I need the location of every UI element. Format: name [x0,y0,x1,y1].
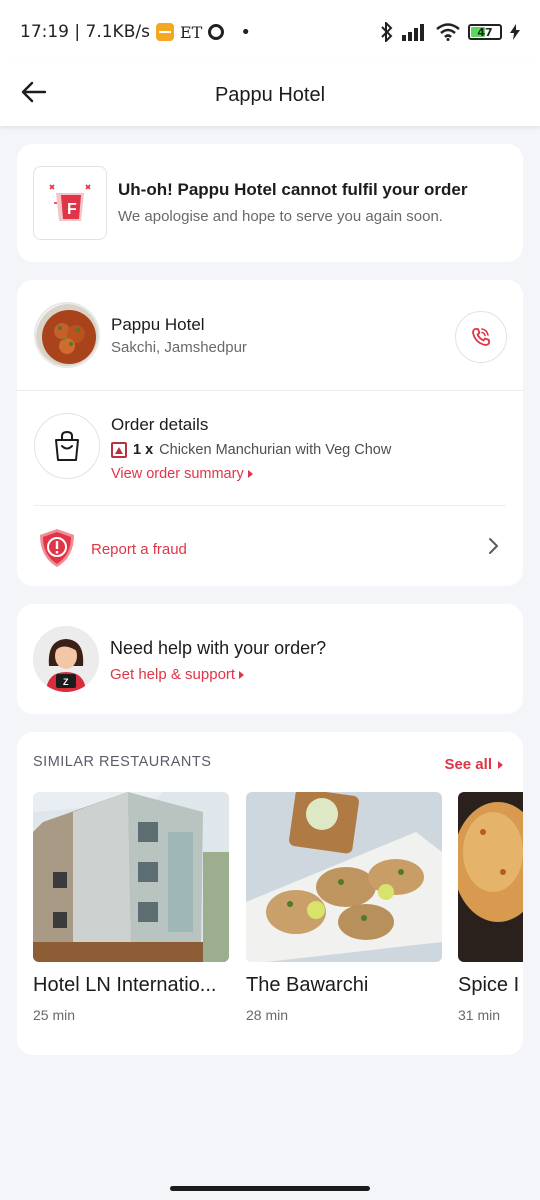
status-left: 17:19 | 7.1KB/s ET • [20,22,251,43]
order-bag-icon [34,413,100,479]
restaurant-card-time: 31 min [458,1007,501,1023]
report-fraud-label[interactable]: Report a fraud [91,541,187,558]
page-title: Pappu Hotel [214,83,326,106]
status-bar: 17:19 | 7.1KB/s ET • 47 [0,0,540,64]
item-name: Chicken Manchurian with Veg Chow [159,442,392,458]
divider [34,505,506,506]
restaurant-card-name: The Bawarchi [246,974,369,996]
get-help-label: Get help & support [110,666,236,683]
caret-right-icon [498,760,503,769]
order-status-card: F Uh-oh! Pappu Hotel cannot fulfil your … [17,144,523,262]
help-title: Need help with your order? [110,638,327,658]
bag-letter: F [67,201,77,218]
restaurant-image[interactable] [33,792,229,962]
failed-bag-icon: F [49,184,91,221]
restaurant-image[interactable] [458,792,523,962]
get-help-link[interactable]: Get help & support [110,666,245,683]
signal-icon [402,24,424,41]
similar-restaurants-card: SIMILAR RESTAURANTS See all Hotel LN Int… [17,732,523,1055]
phone-icon [472,328,490,346]
caret-right-icon [239,670,245,679]
shopping-bag-icon [55,430,79,461]
view-order-summary-label: View order summary [111,466,244,482]
restaurant-name[interactable]: Pappu Hotel [111,315,205,335]
status-right: 47 [380,22,520,42]
charging-icon [510,24,520,40]
status-subtitle: We apologise and hope to serve you again… [118,208,443,225]
restaurant-card-time: 25 min [33,1007,76,1023]
item-quantity: 1 x [133,442,154,458]
restaurant-card-name: Hotel LN Internatio... [33,974,217,996]
order-failed-icon: F [33,166,107,240]
battery-icon: 47 [468,24,502,40]
restaurant-card[interactable]: Spice I 31 min [458,792,523,1023]
see-all-label: See all [444,756,492,773]
restaurant-card[interactable]: The Bawarchi 28 min [246,792,442,1023]
help-card[interactable]: Z Need help with your order? Get help & … [17,604,523,714]
back-arrow-icon[interactable] [20,78,48,106]
section-heading: SIMILAR RESTAURANTS [33,754,212,770]
notification-badge-icon [155,23,174,41]
see-all-button[interactable]: See all [444,756,503,773]
order-details-title: Order details [111,415,209,434]
restaurant-card[interactable]: Hotel LN Internatio... 25 min [33,792,229,1023]
order-info-card: Pappu Hotel Sakchi, Jamshedpur Order det… [17,280,523,586]
order-item-line: 1 x Chicken Manchurian with Veg Chow [111,442,391,458]
status-time: 17:19 | 7.1KB/s [20,22,150,42]
non-veg-icon [111,442,127,458]
support-agent-avatar: Z [33,626,99,692]
more-notifications-dot: • [240,21,251,43]
restaurant-carousel[interactable]: Hotel LN Internatio... 25 min The Bawarc… [33,792,523,1032]
record-icon [208,24,225,40]
view-order-summary-link[interactable]: View order summary [111,466,253,482]
et-app-icon: ET [179,22,203,42]
caret-right-icon [247,470,253,478]
divider [17,390,523,391]
app-header: Pappu Hotel [0,64,540,126]
bluetooth-icon [381,22,393,42]
status-title: Uh-oh! Pappu Hotel cannot fulfil your or… [118,180,468,199]
chevron-right-icon[interactable] [487,536,501,556]
call-restaurant-button[interactable] [455,311,507,363]
restaurant-image[interactable] [246,792,442,962]
restaurant-card-name: Spice I [458,974,520,996]
warning-shield-icon[interactable] [37,527,77,569]
home-indicator[interactable] [170,1186,370,1191]
battery-level: 47 [477,25,493,39]
restaurant-thumbnail[interactable] [34,302,100,368]
zomato-badge: Z [63,677,69,687]
restaurant-location: Sakchi, Jamshedpur [111,339,247,356]
wifi-icon [436,23,460,41]
restaurant-card-time: 28 min [246,1007,289,1023]
